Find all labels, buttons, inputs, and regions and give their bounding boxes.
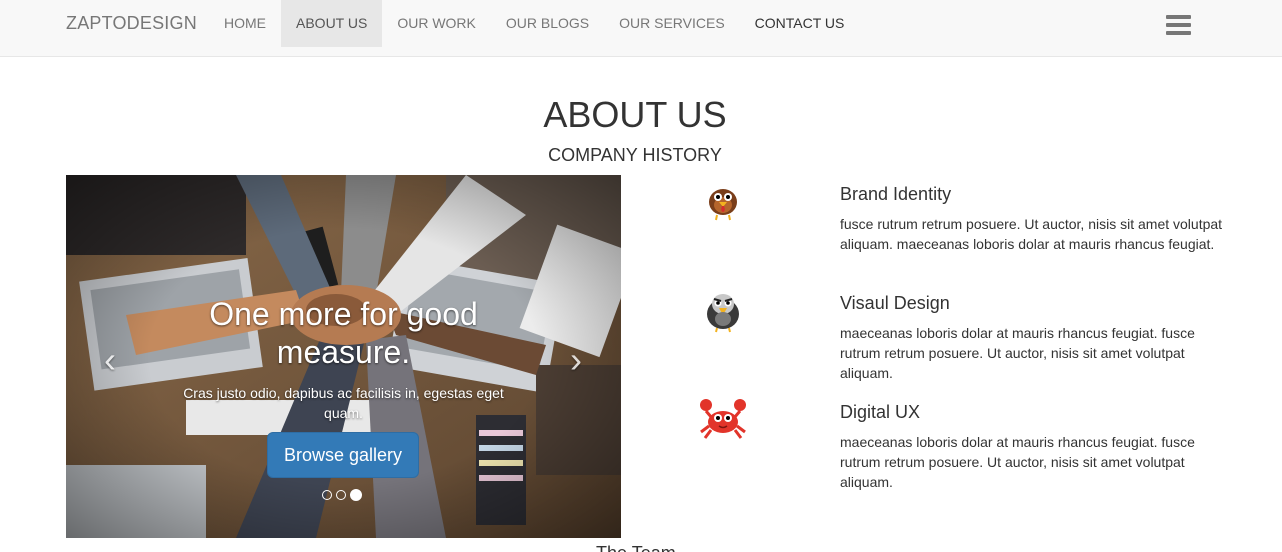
brand-logo[interactable]: ZAPTODESIGN xyxy=(66,0,197,46)
nav-item-our-blogs[interactable]: OUR BLOGS xyxy=(491,0,604,47)
navbar: ZAPTODESIGN HOME ABOUT US OUR WORK OUR B… xyxy=(0,0,1282,57)
nav-item-home[interactable]: HOME xyxy=(209,0,281,47)
carousel-indicators xyxy=(322,489,362,501)
crab-icon xyxy=(700,399,746,439)
browse-gallery-button[interactable]: Browse gallery xyxy=(267,432,419,478)
chevron-left-icon[interactable]: ‹ xyxy=(98,342,122,378)
service-text-brand-identity: fusce rutrum retrum posuere. Ut auctor, … xyxy=(840,216,1223,252)
carousel-indicator-3[interactable] xyxy=(350,489,362,501)
carousel-indicator-2[interactable] xyxy=(336,490,346,500)
service-title-visual-design: Visaul Design xyxy=(840,293,950,313)
carousel-caption-text: Cras justo odio, dapibus ac facilisis in… xyxy=(183,385,504,421)
image-carousel[interactable]: ‹ › One more for good measure. Cras just… xyxy=(66,175,621,538)
service-title-brand-identity: Brand Identity xyxy=(840,184,952,204)
service-text-visual-design: maeceanas loboris dolar at mauris rhancu… xyxy=(840,325,1195,381)
service-text-digital-ux: maeceanas loboris dolar at mauris rhancu… xyxy=(840,434,1195,490)
chevron-right-icon[interactable]: › xyxy=(564,342,588,378)
turkey-icon xyxy=(709,189,737,221)
carousel-caption-heading: One more for good measure. xyxy=(209,296,478,370)
service-title-digital-ux: Digital UX xyxy=(840,402,921,422)
nav-item-contact-us[interactable]: CONTACT US xyxy=(740,0,860,47)
carousel-indicator-1[interactable] xyxy=(322,490,332,500)
nav-item-about-us[interactable]: ABOUT US xyxy=(281,0,383,47)
nav-item-our-services[interactable]: OUR SERVICES xyxy=(604,0,740,47)
nav-menu: HOME ABOUT US OUR WORK OUR BLOGS OUR SER… xyxy=(209,0,859,47)
vulture-icon xyxy=(707,294,739,333)
team-section-heading: The Team xyxy=(596,543,676,552)
hamburger-menu-icon[interactable] xyxy=(1166,15,1191,35)
page-subtitle: COMPANY HISTORY xyxy=(548,145,722,165)
page-title: ABOUT US xyxy=(543,94,727,135)
nav-item-our-work[interactable]: OUR WORK xyxy=(382,0,491,47)
